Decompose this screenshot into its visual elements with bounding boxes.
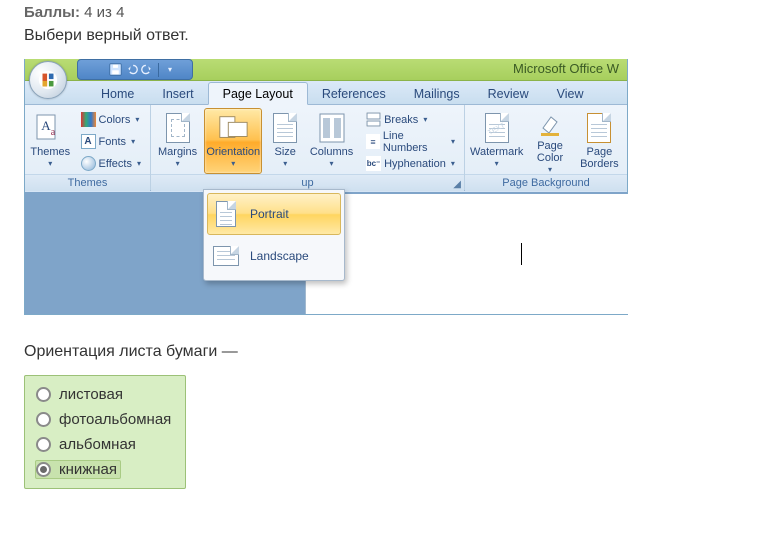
group-pagebg-label: Page Background [465,174,627,191]
group-themes: Aa Themes ▾ Colors▾ AFonts▾ Effects▾ The… [25,105,151,190]
margins-button[interactable]: Margins▾ [155,108,200,174]
prompt-text: Выбери верный ответ. [24,27,782,45]
qat-customize-icon[interactable]: ▾ [163,63,177,77]
effects-icon [81,156,96,171]
radio-unchecked-icon [36,412,51,427]
radio-unchecked-icon [36,387,51,402]
breaks-icon [366,112,381,127]
group-page-background: TEXT Watermark▾ Page Color▾ Page Borders… [465,105,627,190]
score-label: Баллы: [24,4,80,21]
page-borders-icon [583,112,615,144]
orientation-dropdown: Portrait Landscape [203,189,345,281]
watermark-icon: TEXT [481,112,513,144]
landscape-label: Landscape [250,249,309,263]
answer-4-label: книжная [59,461,117,478]
answer-option-1[interactable]: листовая [35,385,127,404]
tab-mailings[interactable]: Mailings [400,83,474,104]
size-button[interactable]: Size▾ [266,108,304,174]
app-title: Microsoft Office W [513,61,619,76]
orientation-icon [217,112,249,144]
answer-3-label: альбомная [59,436,136,453]
tab-insert[interactable]: Insert [148,83,207,104]
score-line: Баллы: 4 из 4 [24,4,782,21]
score-value: 4 из 4 [84,4,124,21]
tab-page-layout[interactable]: Page Layout [208,82,308,105]
colors-button[interactable]: Colors▾ [76,109,146,130]
tab-review[interactable]: Review [474,83,543,104]
line-numbers-icon: ≡ [366,134,380,149]
themes-button[interactable]: Aa Themes ▾ [29,108,72,174]
svg-text:a: a [51,127,56,138]
columns-button[interactable]: Columns▾ [308,108,355,174]
tab-view[interactable]: View [543,83,598,104]
group-page-setup: Margins▾ Orientation▾ Size▾ Col [151,105,465,190]
answer-option-4[interactable]: книжная [35,460,121,479]
size-icon [269,112,301,144]
effects-button[interactable]: Effects▾ [76,153,146,174]
word-screenshot: ▾ Microsoft Office W Home Insert Page La… [24,59,628,315]
line-numbers-button[interactable]: ≡Line Numbers▾ [361,131,460,152]
radio-checked-icon [36,462,51,477]
breaks-button[interactable]: Breaks▾ [361,109,460,130]
page-borders-button[interactable]: Page Borders [576,108,623,174]
themes-label: Themes [30,146,70,158]
ribbon-tabs: Home Insert Page Layout References Maili… [25,81,627,105]
page-color-button[interactable]: Page Color▾ [528,108,571,174]
orientation-button[interactable]: Orientation▾ [204,108,262,174]
fonts-icon: A [81,134,96,149]
text-cursor [521,243,522,265]
question-text: Ориентация листа бумаги — [24,343,782,361]
document-page[interactable] [305,194,629,314]
orientation-portrait-item[interactable]: Portrait [207,193,341,235]
landscape-icon [212,242,240,270]
tab-references[interactable]: References [308,83,400,104]
tab-home[interactable]: Home [87,83,148,104]
margins-icon [162,112,194,144]
undo-icon[interactable] [124,63,138,77]
quick-access-toolbar: ▾ [77,59,193,80]
themes-stack: Colors▾ AFonts▾ Effects▾ [76,108,146,174]
fonts-button[interactable]: AFonts▾ [76,131,146,152]
ribbon: Aa Themes ▾ Colors▾ AFonts▾ Effects▾ The… [25,105,627,191]
themes-icon: Aa [34,112,66,144]
answer-1-label: листовая [59,386,123,403]
watermark-button[interactable]: TEXT Watermark▾ [469,108,524,174]
portrait-icon [212,200,240,228]
group-themes-label: Themes [25,174,150,191]
pagesetup-launcher-icon[interactable]: ◢ [453,177,461,193]
orientation-landscape-item[interactable]: Landscape [207,235,341,277]
save-icon[interactable] [108,63,122,77]
page-color-icon [534,112,566,138]
answer-block: листовая фотоальбомная альбомная книжная [24,375,186,489]
colors-icon [81,112,96,127]
portrait-label: Portrait [250,207,289,221]
hyphenation-icon: bc⁻ [366,156,381,171]
redo-icon[interactable] [140,63,154,77]
radio-unchecked-icon [36,437,51,452]
hyphenation-button[interactable]: bc⁻Hyphenation▾ [361,153,460,174]
title-bar: ▾ Microsoft Office W [25,59,627,81]
office-button[interactable] [29,61,67,99]
answer-2-label: фотоальбомная [59,411,171,428]
columns-icon [316,112,348,144]
answer-option-3[interactable]: альбомная [35,435,140,454]
pagesetup-stack: Breaks▾ ≡Line Numbers▾ bc⁻Hyphenation▾ [361,108,460,174]
answer-option-2[interactable]: фотоальбомная [35,410,175,429]
